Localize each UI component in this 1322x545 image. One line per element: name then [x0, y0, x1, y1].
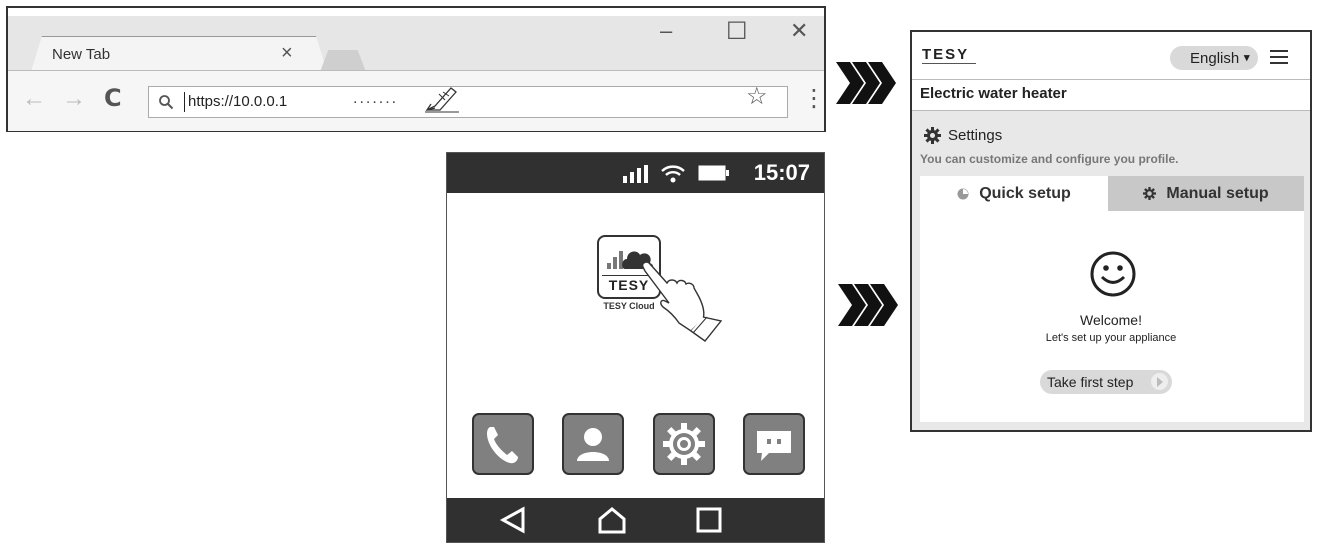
- tab-title: New Tab: [52, 46, 111, 63]
- text-cursor: [184, 92, 185, 112]
- messages-app-button[interactable]: [743, 413, 805, 475]
- take-first-step-label: Take first step: [1047, 374, 1134, 390]
- language-value: English: [1190, 50, 1240, 67]
- tab-close-icon[interactable]: ×: [281, 42, 293, 65]
- chevron-down-icon: ▾: [1244, 52, 1250, 64]
- status-bar: 15:07: [447, 153, 824, 193]
- clock-icon: [957, 188, 969, 199]
- home-icon[interactable]: [597, 506, 627, 534]
- play-arrow-icon: [1157, 377, 1163, 387]
- clock-time: 15:07: [753, 160, 810, 185]
- take-first-step-button[interactable]: Take first step: [1040, 370, 1172, 394]
- contacts-icon: [577, 428, 609, 461]
- navigation-bar: [447, 498, 824, 542]
- reload-icon[interactable]: C: [104, 84, 122, 112]
- language-select[interactable]: English ▾: [1170, 46, 1258, 70]
- message-icon: [757, 431, 791, 461]
- bookmark-star-icon[interactable]: ☆: [746, 82, 768, 111]
- setup-tabs: Quick setup Manual setup: [920, 176, 1304, 211]
- arrow-right-top-icon: [836, 62, 896, 104]
- battery-icon: [698, 165, 729, 181]
- tab-manual-setup-label: Manual setup: [1166, 184, 1269, 202]
- phone-screen: 15:07 TESY TESY Cloud: [446, 152, 825, 543]
- page-title: Electric water heater: [920, 85, 1067, 102]
- back-triangle-icon[interactable]: [499, 506, 527, 534]
- signal-icon: [623, 165, 648, 183]
- tesy-web-page: TESY English ▾ Electric water heater Set…: [910, 30, 1312, 432]
- welcome-heading: Welcome!: [1080, 312, 1142, 328]
- gear-icon: [663, 423, 705, 465]
- tab-manual-setup[interactable]: Manual setup: [1108, 176, 1304, 211]
- welcome-subtext: Let's set up your appliance: [1045, 332, 1177, 344]
- manual-gear-icon: [1143, 187, 1157, 200]
- wifi-icon: [661, 165, 685, 183]
- settings-app-button[interactable]: [653, 413, 715, 475]
- tab-quick-setup[interactable]: Quick setup: [920, 176, 1108, 211]
- smiley-icon: [1090, 251, 1136, 297]
- tapping-hand-icon: [641, 261, 723, 342]
- browser-window: New Tab × – ☐ ✕ ← → C https://10.0.0.1 .…: [6, 6, 826, 132]
- contacts-app-button[interactable]: [562, 413, 624, 475]
- typing-dots: .......: [353, 90, 399, 107]
- browser-menu-icon[interactable]: ⋮: [802, 84, 826, 112]
- page-title-bar: Electric water heater: [912, 79, 1310, 111]
- settings-description: You can customize and configure you prof…: [920, 152, 1179, 166]
- logo-underline: [922, 63, 976, 64]
- title-bar-band: [8, 8, 824, 16]
- writing-hand-icon: [425, 87, 459, 113]
- settings-heading: Settings: [948, 127, 1003, 144]
- page-header: TESY English ▾: [912, 32, 1310, 79]
- minimize-icon[interactable]: –: [660, 18, 672, 44]
- arrow-right-bottom-icon: [838, 284, 898, 326]
- tesy-logo[interactable]: TESY: [922, 46, 969, 63]
- settings-gear-icon: [924, 127, 941, 144]
- forward-arrow-icon[interactable]: →: [62, 85, 86, 113]
- maximize-icon[interactable]: ☐: [726, 17, 748, 46]
- window-close-icon[interactable]: ✕: [790, 18, 808, 44]
- tab-quick-setup-label: Quick setup: [979, 184, 1071, 202]
- phone-call-icon: [487, 427, 518, 464]
- search-icon: [159, 95, 174, 110]
- phone-app-button[interactable]: [472, 413, 534, 475]
- hamburger-menu-icon[interactable]: [1270, 50, 1288, 64]
- back-arrow-icon[interactable]: ←: [22, 85, 46, 113]
- url-text[interactable]: https://10.0.0.1: [188, 93, 287, 110]
- recents-icon[interactable]: [695, 506, 723, 534]
